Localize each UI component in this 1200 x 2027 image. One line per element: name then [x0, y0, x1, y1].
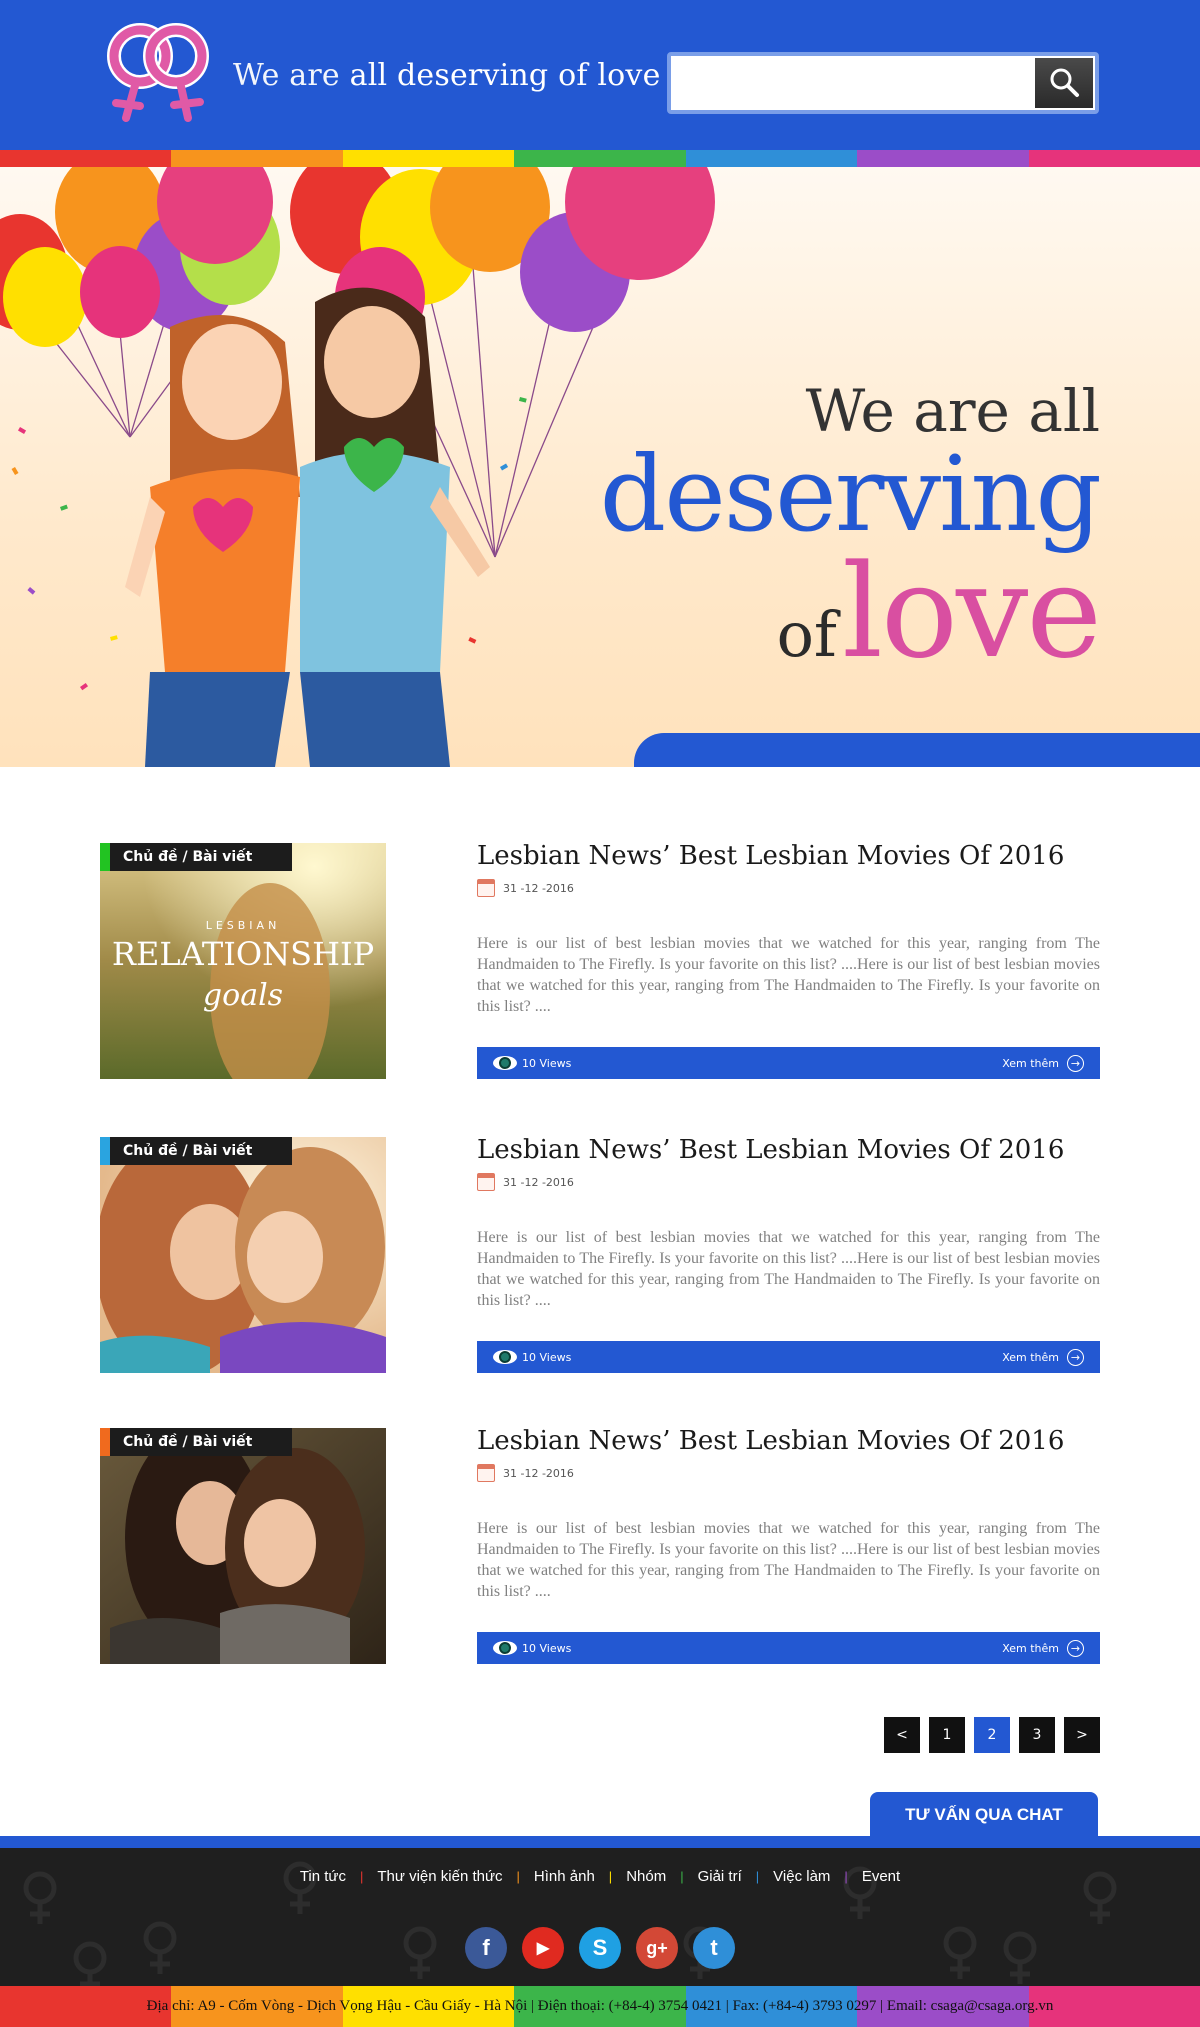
woman-right — [300, 287, 490, 767]
view-count: 10 Views — [493, 1056, 571, 1070]
tagline-bold: all deserving of love — [349, 58, 661, 93]
footer-nav: Tin tức | Thư viện kiến thức | Hình ảnh … — [0, 1868, 1200, 1885]
arrow-right-circle-icon: → — [1067, 1054, 1084, 1072]
arrow-right-circle-icon: → — [1067, 1348, 1084, 1366]
read-more-link[interactable]: Xem thêm → — [1002, 1054, 1084, 1072]
prev-page-button[interactable]: < — [884, 1717, 920, 1753]
page-2-button[interactable]: 2 — [974, 1717, 1010, 1753]
article-description: Here is our list of best lesbian movies … — [477, 1520, 1100, 1600]
footer-separator: | — [516, 1869, 520, 1884]
hero-of: of — [776, 598, 837, 672]
search-input[interactable] — [673, 58, 1037, 108]
search-icon — [1050, 68, 1079, 97]
footer-link-thu-vien[interactable]: Thư viện kiến thức — [377, 1868, 502, 1885]
relationship-goals-photo: LESBIAN RELATIONSHIP goals — [100, 843, 386, 1079]
rainbow-stripe-top — [0, 150, 1200, 167]
eye-icon — [493, 1641, 517, 1655]
tagline-light: We are — [233, 58, 340, 93]
chat-consult-button[interactable]: TƯ VẤN QUA CHAT — [870, 1792, 1098, 1838]
category-label[interactable]: Chủ đề / Bài viết — [100, 1428, 292, 1456]
female-symbols-logo[interactable] — [96, 20, 220, 126]
view-count: 10 Views — [493, 1350, 571, 1364]
date-text: 31 -12 -2016 — [503, 1466, 574, 1480]
article-description: Here is our list of best lesbian movies … — [477, 1229, 1100, 1309]
hero-banner: We are all deserving of love — [0, 167, 1200, 767]
footer-link-nhom[interactable]: Nhóm — [626, 1868, 666, 1885]
site-header: We are all deserving of love — [0, 0, 1200, 150]
category-label[interactable]: Chủ đề / Bài viết — [100, 843, 292, 871]
calendar-icon — [477, 879, 495, 897]
site-tagline: We are all deserving of love — [233, 58, 661, 93]
date-text: 31 -12 -2016 — [503, 1175, 574, 1189]
couple-smiling-photo — [100, 1428, 386, 1664]
article-meta-bar: 10 Views Xem thêm → — [477, 1632, 1100, 1664]
article-card: Chủ đề / Bài viết Lesbian News’ Best Les… — [100, 1426, 1100, 1668]
read-more-link[interactable]: Xem thêm → — [1002, 1348, 1084, 1366]
article-meta-bar: 10 Views Xem thêm → — [477, 1047, 1100, 1079]
search-button[interactable] — [1035, 58, 1093, 108]
hero-line-1: We are all — [805, 377, 1100, 445]
svg-text:LESBIAN: LESBIAN — [206, 919, 281, 932]
calendar-icon — [477, 1173, 495, 1191]
skype-icon[interactable]: S — [579, 1927, 621, 1969]
couple-embrace-photo — [100, 1137, 386, 1373]
hero-heading: We are all deserving of love — [599, 377, 1102, 677]
youtube-icon[interactable]: ▶ — [522, 1927, 564, 1969]
article-description: Here is our list of best lesbian movies … — [477, 935, 1100, 1015]
article-date: 31 -12 -2016 — [477, 1173, 574, 1191]
category-color-bar — [100, 843, 110, 871]
hero-blue-tab — [634, 733, 1200, 767]
article-thumbnail[interactable]: Chủ đề / Bài viết — [100, 1428, 386, 1664]
view-count: 10 Views — [493, 1641, 571, 1655]
footer-top-border — [0, 1836, 1200, 1848]
footer-link-event[interactable]: Event — [862, 1868, 900, 1885]
article-date: 31 -12 -2016 — [477, 879, 574, 897]
calendar-icon — [477, 1464, 495, 1482]
hero-love: love — [841, 538, 1102, 688]
category-label[interactable]: Chủ đề / Bài viết — [100, 1137, 292, 1165]
svg-text:goals: goals — [203, 978, 283, 1013]
category-color-bar — [100, 1428, 110, 1456]
date-text: 31 -12 -2016 — [503, 881, 574, 895]
footer-link-viec-lam[interactable]: Việc làm — [773, 1868, 830, 1885]
next-page-button[interactable]: > — [1064, 1717, 1100, 1753]
footer-separator: | — [359, 1869, 364, 1884]
footer-link-giai-tri[interactable]: Giải trí — [698, 1868, 742, 1885]
facebook-icon[interactable]: f — [465, 1927, 507, 1969]
hero-line-2: deserving — [599, 433, 1102, 555]
search-box — [667, 52, 1099, 114]
arrow-right-circle-icon: → — [1067, 1639, 1084, 1657]
google-plus-icon[interactable]: g+ — [636, 1927, 678, 1969]
footer-separator: | — [680, 1869, 684, 1884]
footer-separator: | — [755, 1869, 760, 1884]
article-card: Chủ đề / Bài viết Lesbian News’ Best Les… — [100, 1135, 1100, 1377]
page-3-button[interactable]: 3 — [1019, 1717, 1055, 1753]
article-title[interactable]: Lesbian News’ Best Lesbian Movies Of 201… — [477, 1135, 1064, 1165]
read-more-link[interactable]: Xem thêm → — [1002, 1639, 1084, 1657]
article-date: 31 -12 -2016 — [477, 1464, 574, 1482]
eye-icon — [493, 1056, 517, 1070]
article-title[interactable]: Lesbian News’ Best Lesbian Movies Of 201… — [477, 1426, 1064, 1456]
woman-left — [125, 315, 300, 767]
twitter-icon[interactable]: t — [693, 1927, 735, 1969]
pagination: < 1 2 3 > — [884, 1717, 1100, 1753]
site-footer: Tin tức | Thư viện kiến thức | Hình ảnh … — [0, 1848, 1200, 1986]
footer-separator: | — [608, 1869, 613, 1884]
article-thumbnail[interactable]: Chủ đề / Bài viết LESBIAN RELATIONSHIP g… — [100, 843, 386, 1079]
social-links: f ▶ S g+ t — [0, 1927, 1200, 1969]
article-thumbnail[interactable]: Chủ đề / Bài viết — [100, 1137, 386, 1373]
page-1-button[interactable]: 1 — [929, 1717, 965, 1753]
eye-icon — [493, 1350, 517, 1364]
article-title[interactable]: Lesbian News’ Best Lesbian Movies Of 201… — [477, 841, 1064, 871]
category-color-bar — [100, 1137, 110, 1165]
svg-text:RELATIONSHIP: RELATIONSHIP — [112, 935, 374, 973]
article-card: Chủ đề / Bài viết LESBIAN RELATIONSHIP g… — [100, 841, 1100, 1083]
article-meta-bar: 10 Views Xem thêm → — [477, 1341, 1100, 1373]
footer-separator: | — [844, 1869, 848, 1884]
footer-link-tin-tuc[interactable]: Tin tức — [300, 1868, 346, 1885]
contact-info: Địa chỉ: A9 - Cốm Vòng - Dịch Vọng Hậu -… — [146, 1998, 1054, 2014]
hero-line-3: of love — [600, 549, 1102, 677]
footer-link-hinh-anh[interactable]: Hình ảnh — [534, 1868, 595, 1885]
